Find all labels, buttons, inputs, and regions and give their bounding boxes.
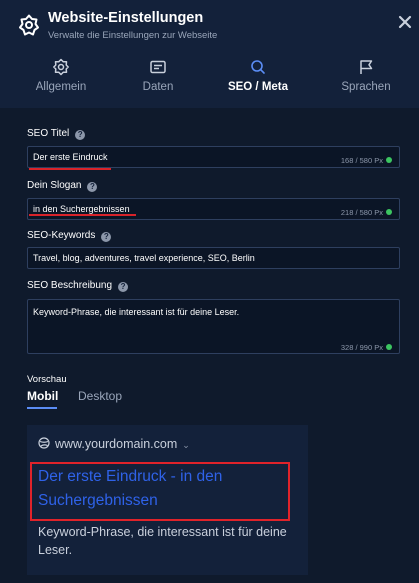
slogan-label: Dein Slogan?	[27, 180, 98, 192]
slogan-input[interactable]: in den Suchergebnissen 218 / 580 Px	[27, 198, 400, 220]
description-label: SEO Beschreibung?	[27, 280, 129, 292]
preview-label: Vorschau	[27, 374, 67, 385]
panel-subtitle: Verwalte die Einstellungen zur Webseite	[48, 30, 218, 41]
help-icon[interactable]: ?	[87, 182, 98, 192]
seo-title-label: SEO Titel?	[27, 128, 86, 140]
panel-header: Website-Einstellungen Verwalte die Einst…	[0, 0, 419, 108]
tab-label: Daten	[142, 81, 174, 93]
counter-text: 218 / 580 Px	[340, 208, 383, 217]
flag-icon	[356, 58, 376, 76]
serp-url: www.yourdomain.com ⌄	[38, 437, 190, 451]
settings-panel: Website-Einstellungen Verwalte die Einst…	[0, 0, 419, 583]
tab-label: SEO / Meta	[227, 81, 289, 93]
serp-url-text: www.yourdomain.com	[55, 437, 178, 451]
panel-title: Website-Einstellungen	[48, 10, 204, 26]
keywords-input[interactable]: Travel, blog, adventures, travel experie…	[27, 247, 400, 269]
tab-label: Sprachen	[341, 81, 391, 93]
preview-tab-desktop[interactable]: Desktop	[78, 389, 122, 403]
counter-text: 168 / 580 Px	[340, 156, 383, 165]
slogan-counter: 218 / 580 Px	[341, 208, 392, 217]
help-icon[interactable]: ?	[101, 232, 112, 242]
counter-text: 328 / 990 Px	[340, 343, 383, 352]
chevron-down-icon: ⌄	[182, 440, 190, 450]
id-card-icon	[148, 58, 168, 76]
search-icon	[248, 58, 268, 76]
slogan-value: in den Suchergebnissen	[33, 204, 130, 214]
slogan-label-text: Dein Slogan	[27, 180, 82, 191]
preview-tab-mobil[interactable]: Mobil	[27, 389, 58, 403]
seo-title-value: Der erste Eindruck	[33, 152, 108, 162]
close-icon[interactable]	[398, 15, 412, 29]
description-label-text: SEO Beschreibung	[27, 280, 113, 291]
tab-label: Allgemein	[35, 81, 87, 93]
help-icon[interactable]: ?	[75, 130, 86, 140]
seo-title-input[interactable]: Der erste Eindruck 168 / 580 Px	[27, 146, 400, 168]
description-textarea[interactable]: Keyword-Phrase, die interessant ist für …	[27, 299, 400, 354]
description-value: Keyword-Phrase, die interessant ist für …	[33, 307, 240, 317]
globe-icon	[38, 437, 50, 449]
tab-allgemein[interactable]: Allgemein	[11, 52, 111, 108]
status-ok-dot	[386, 157, 392, 163]
help-icon[interactable]: ?	[118, 282, 129, 292]
description-counter: 328 / 990 Px	[341, 343, 392, 352]
serp-title[interactable]: Der erste Eindruck - in den Suchergebnis…	[38, 465, 293, 513]
settings-tabs: Allgemein Daten SEO / Meta Sprachen	[0, 52, 419, 108]
seo-title-label-text: SEO Titel	[27, 128, 70, 139]
highlight-underline	[29, 214, 136, 216]
gear-icon	[51, 58, 71, 76]
gear-flower-icon	[17, 13, 41, 37]
serp-description: Keyword-Phrase, die interessant ist für …	[38, 525, 287, 557]
tab-daten[interactable]: Daten	[108, 52, 208, 108]
seo-title-counter: 168 / 580 Px	[341, 156, 392, 165]
highlight-underline	[29, 168, 111, 170]
active-tab-indicator	[27, 407, 57, 409]
keywords-label: SEO-Keywords?	[27, 230, 112, 242]
serp-preview: www.yourdomain.com ⌄ Der erste Eindruck -…	[27, 425, 308, 575]
status-ok-dot	[386, 209, 392, 215]
keywords-value: Travel, blog, adventures, travel experie…	[33, 253, 255, 263]
tab-seo-meta[interactable]: SEO / Meta	[208, 52, 308, 108]
status-ok-dot	[386, 344, 392, 350]
tab-sprachen[interactable]: Sprachen	[316, 52, 416, 108]
keywords-label-text: SEO-Keywords	[27, 230, 96, 241]
